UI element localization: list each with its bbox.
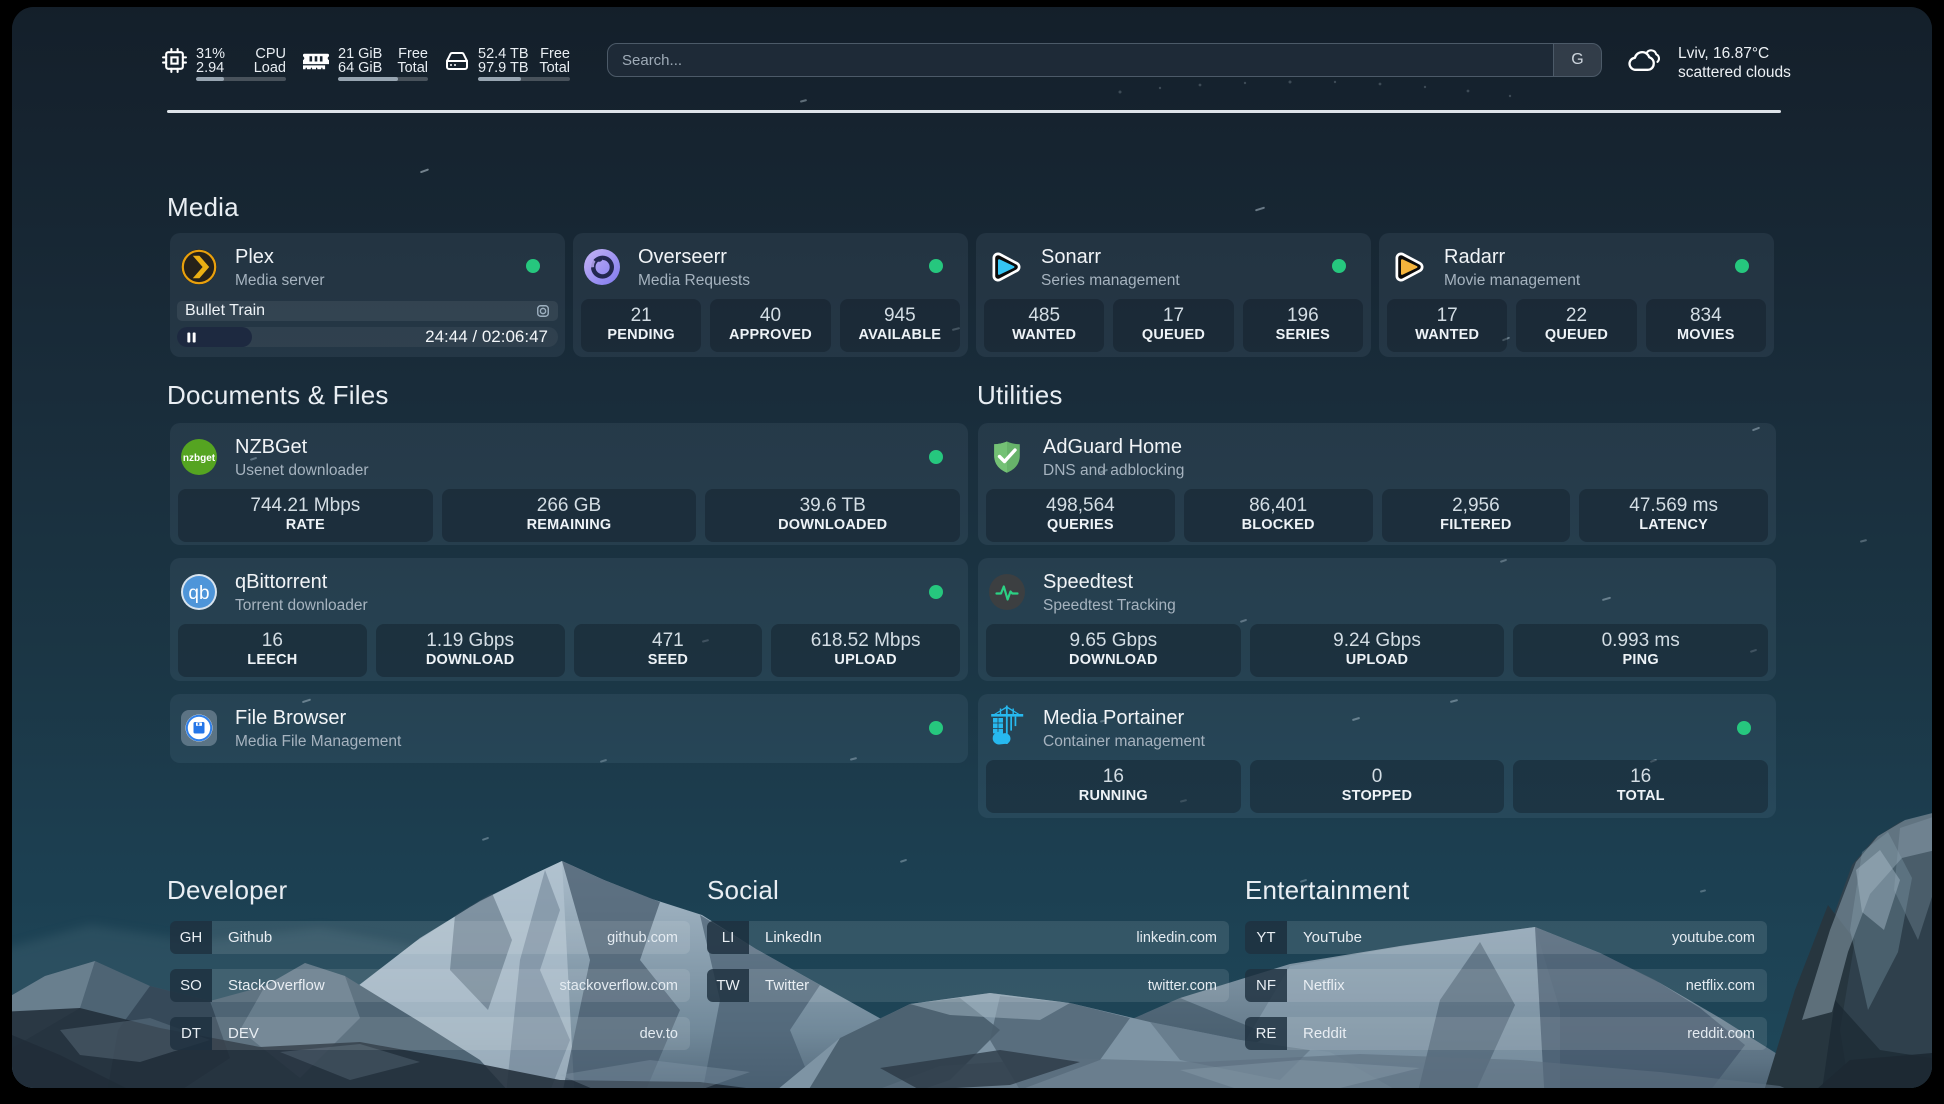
svg-text:nzbget: nzbget (183, 453, 216, 464)
svg-text:qb: qb (188, 583, 209, 604)
